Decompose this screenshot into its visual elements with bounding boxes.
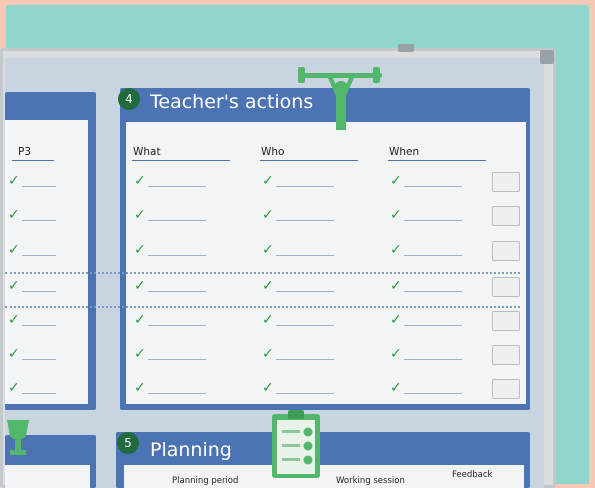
- check-mark: ✓: [390, 242, 402, 258]
- check-mark: ✓: [262, 312, 274, 328]
- planning-col-feedback: Feedback: [452, 470, 493, 480]
- bottom-left-panel-inner: [5, 465, 90, 488]
- blank-line: [404, 359, 462, 360]
- clipboard-icon: [268, 408, 328, 480]
- blank-line: [22, 325, 56, 326]
- check-mark: ✓: [8, 278, 20, 294]
- blank-line: [148, 291, 206, 292]
- blank-line: [276, 325, 334, 326]
- blank-line: [276, 359, 334, 360]
- trophy-icon: [4, 418, 34, 458]
- blank-line: [404, 325, 462, 326]
- check-mark: ✓: [134, 173, 146, 189]
- check-mark: ✓: [8, 242, 20, 258]
- blank-line: [276, 255, 334, 256]
- check-mark: ✓: [390, 312, 402, 328]
- col-header-who: Who: [261, 146, 285, 158]
- blank-line: [404, 393, 462, 394]
- photo-scene: P3 4 Teacher's actions What Who When ✓ ✓ ✓…: [0, 0, 595, 488]
- check-mark: ✓: [262, 173, 274, 189]
- check-mark: ✓: [8, 380, 20, 396]
- col-header-when: When: [389, 146, 420, 158]
- checkbox-square: [492, 345, 520, 365]
- check-mark: ✓: [390, 207, 402, 223]
- blank-line: [22, 393, 56, 394]
- check-mark: ✓: [262, 380, 274, 396]
- left-col-header: P3: [18, 146, 32, 158]
- col-line-what: [132, 160, 230, 161]
- frame-corner: [540, 50, 554, 64]
- check-mark: ✓: [390, 346, 402, 362]
- blank-line: [276, 186, 334, 187]
- check-mark: ✓: [134, 380, 146, 396]
- check-mark: ✓: [390, 278, 402, 294]
- check-mark: ✓: [262, 207, 274, 223]
- separator-dotted-2: [5, 306, 520, 308]
- check-mark: ✓: [390, 380, 402, 396]
- blank-line: [22, 359, 56, 360]
- left-col-line: [12, 160, 54, 161]
- blank-line: [404, 255, 462, 256]
- blank-line: [404, 186, 462, 187]
- col-line-when: [388, 160, 486, 161]
- checkbox-square: [492, 172, 520, 192]
- separator-dotted-1: [5, 272, 520, 274]
- check-mark: ✓: [134, 346, 146, 362]
- check-mark: ✓: [262, 242, 274, 258]
- checkbox-square: [492, 277, 520, 297]
- blank-line: [22, 220, 56, 221]
- checkbox-square: [492, 241, 520, 261]
- blank-line: [404, 291, 462, 292]
- blank-line: [148, 325, 206, 326]
- planning-number-badge: 5: [117, 432, 139, 454]
- blank-line: [148, 186, 206, 187]
- blank-line: [276, 220, 334, 221]
- blank-line: [148, 255, 206, 256]
- checkbox-square: [492, 379, 520, 399]
- blank-line: [148, 359, 206, 360]
- checkbox-square: [492, 206, 520, 226]
- planning-title: Planning: [150, 439, 232, 461]
- panel-title: Teacher's actions: [150, 91, 314, 113]
- weightlifter-icon: [296, 64, 386, 132]
- blank-line: [148, 393, 206, 394]
- blank-line: [22, 291, 56, 292]
- right-border: [589, 0, 595, 488]
- blank-line: [148, 220, 206, 221]
- check-mark: ✓: [262, 346, 274, 362]
- rail-clip: [398, 44, 414, 52]
- check-mark: ✓: [8, 173, 20, 189]
- check-mark: ✓: [134, 242, 146, 258]
- check-mark: ✓: [134, 312, 146, 328]
- check-mark: ✓: [134, 278, 146, 294]
- col-line-who: [260, 160, 358, 161]
- check-mark: ✓: [134, 207, 146, 223]
- check-mark: ✓: [8, 207, 20, 223]
- blank-line: [22, 255, 56, 256]
- check-mark: ✓: [8, 312, 20, 328]
- teacher-panel-inner: [126, 122, 526, 404]
- planning-col-period: Planning period: [172, 476, 239, 486]
- blank-line: [276, 291, 334, 292]
- check-mark: ✓: [8, 346, 20, 362]
- check-mark: ✓: [390, 173, 402, 189]
- checkbox-square: [492, 311, 520, 331]
- col-header-what: What: [133, 146, 161, 158]
- top-border: [0, 0, 595, 5]
- planning-col-session: Working session: [336, 476, 405, 486]
- blank-line: [404, 220, 462, 221]
- panel-number-badge: 4: [118, 88, 140, 110]
- blank-line: [276, 393, 334, 394]
- blank-line: [22, 186, 56, 187]
- check-mark: ✓: [262, 278, 274, 294]
